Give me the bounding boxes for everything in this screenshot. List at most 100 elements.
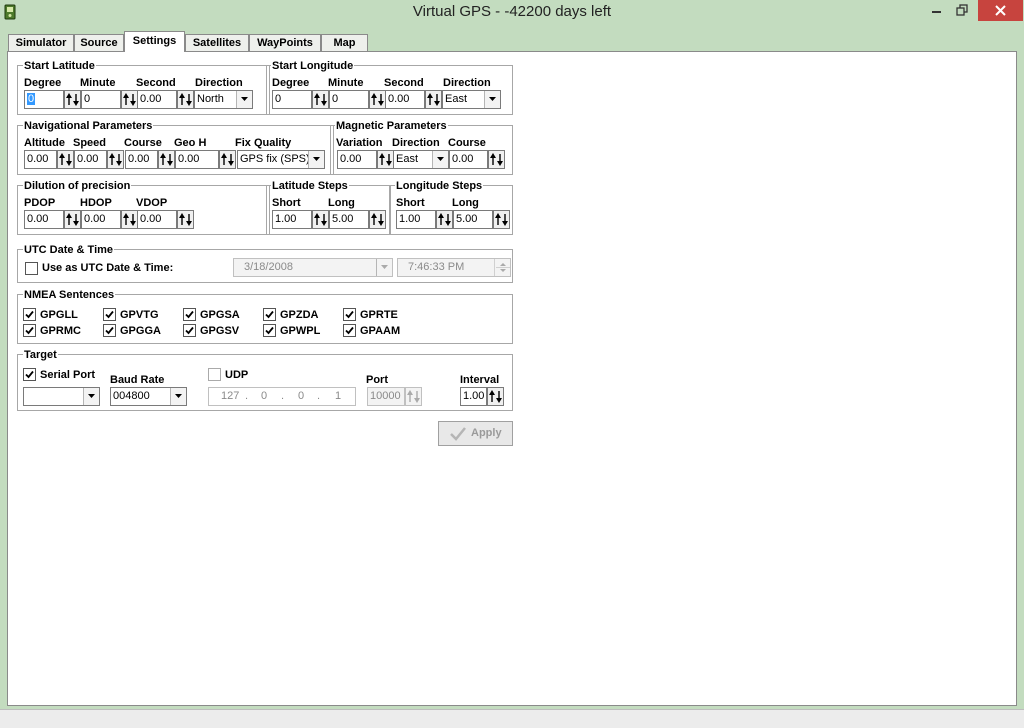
nmea-gpwpl-checkbox[interactable] bbox=[263, 324, 276, 337]
ip-dot: . bbox=[317, 390, 321, 402]
vdop-value: 0.00 bbox=[140, 213, 162, 225]
altitude-input[interactable]: 0.00 bbox=[24, 150, 57, 169]
pdop-input[interactable]: 0.00 bbox=[24, 210, 64, 229]
interval-spinner[interactable] bbox=[487, 387, 504, 406]
nmea-gprte-checkbox[interactable] bbox=[343, 308, 356, 321]
tab-source[interactable]: Source bbox=[74, 34, 124, 51]
nmea-gpgll-label: GPGLL bbox=[40, 309, 78, 321]
geoh-value: 0.00 bbox=[178, 153, 200, 165]
tab-waypoints[interactable]: WayPoints bbox=[249, 34, 321, 51]
hdop-label: HDOP bbox=[80, 197, 112, 209]
tab-settings[interactable]: Settings bbox=[124, 31, 185, 52]
nmea-gprmc-label: GPRMC bbox=[40, 325, 81, 337]
ip-octet-2: 0 bbox=[261, 390, 268, 402]
lat-minute-spinner[interactable] bbox=[121, 90, 138, 109]
lat-degree-spinner[interactable] bbox=[64, 90, 81, 109]
interval-input[interactable]: 1.00 bbox=[460, 387, 487, 406]
restore-button[interactable] bbox=[948, 0, 976, 21]
nmea-gpaam-label: GPAAM bbox=[360, 325, 401, 337]
hdop-input[interactable]: 0.00 bbox=[81, 210, 121, 229]
geoh-spinner[interactable] bbox=[219, 150, 236, 169]
nmea-gpvtg-label: GPVTG bbox=[120, 309, 159, 321]
lat-short-input[interactable]: 1.00 bbox=[272, 210, 312, 229]
use-utc-checkbox[interactable] bbox=[25, 262, 38, 275]
lon-long-value: 5.00 bbox=[456, 213, 478, 225]
course-spinner[interactable] bbox=[158, 150, 175, 169]
spin-arrows-icon bbox=[59, 153, 72, 166]
nmea-gpaam-checkbox[interactable] bbox=[343, 324, 356, 337]
serial-port-checkbox[interactable] bbox=[23, 368, 36, 381]
lon-long-spinner[interactable] bbox=[493, 210, 510, 229]
speed-label: Speed bbox=[73, 137, 107, 149]
nmea-gpgsa-checkbox[interactable] bbox=[183, 308, 196, 321]
check-icon bbox=[105, 310, 114, 319]
lon-short-input[interactable]: 1.00 bbox=[396, 210, 436, 229]
utc-time-picker[interactable]: 7:46:33 PM bbox=[397, 258, 511, 277]
spin-arrows-icon bbox=[66, 213, 79, 226]
lon-minute-spinner[interactable] bbox=[369, 90, 386, 109]
lat-degree-input[interactable]: 0 bbox=[24, 90, 64, 109]
chevron-down-icon bbox=[170, 388, 186, 405]
lon-direction-select[interactable]: East bbox=[442, 90, 501, 109]
tab-simulator[interactable]: Simulator bbox=[8, 34, 74, 51]
baud-rate-select[interactable]: 004800 bbox=[110, 387, 187, 406]
mag-direction-value: East bbox=[396, 153, 419, 165]
lat-minute-input[interactable]: 0 bbox=[81, 90, 121, 109]
check-icon bbox=[25, 370, 34, 379]
nmea-gpvtg-checkbox[interactable] bbox=[103, 308, 116, 321]
utc-date-picker[interactable]: 3/18/2008 bbox=[233, 258, 393, 277]
lat-long-value: 5.00 bbox=[332, 213, 354, 225]
lon-short-spinner[interactable] bbox=[436, 210, 453, 229]
nmea-gprte-label: GPRTE bbox=[360, 309, 398, 321]
tab-label: Simulator bbox=[15, 37, 67, 49]
port-input[interactable]: 10000 bbox=[367, 387, 405, 406]
chevron-down-icon bbox=[308, 151, 324, 168]
lon-degree-spinner[interactable] bbox=[312, 90, 329, 109]
mag-course-spinner[interactable] bbox=[488, 150, 505, 169]
serial-port-select[interactable] bbox=[23, 387, 100, 406]
speed-input[interactable]: 0.00 bbox=[74, 150, 107, 169]
port-spinner[interactable] bbox=[405, 387, 422, 406]
tab-satellites[interactable]: Satellites bbox=[185, 34, 249, 51]
ip-address-input[interactable]: 127 . 0 . 0 . 1 bbox=[208, 387, 356, 406]
vdop-spinner[interactable] bbox=[177, 210, 194, 229]
lat-short-spinner[interactable] bbox=[312, 210, 329, 229]
geoh-input[interactable]: 0.00 bbox=[175, 150, 219, 169]
lat-direction-select[interactable]: North bbox=[194, 90, 253, 109]
check-icon bbox=[265, 310, 274, 319]
nmea-gpgga-checkbox[interactable] bbox=[103, 324, 116, 337]
nmea-gpgsv-checkbox[interactable] bbox=[183, 324, 196, 337]
mag-course-input[interactable]: 0.00 bbox=[449, 150, 488, 169]
pdop-spinner[interactable] bbox=[64, 210, 81, 229]
spin-arrows-icon bbox=[123, 93, 136, 106]
course-input[interactable]: 0.00 bbox=[125, 150, 158, 169]
lon-second-input[interactable]: 0.00 bbox=[385, 90, 425, 109]
tab-map[interactable]: Map bbox=[321, 34, 368, 51]
lat-second-input[interactable]: 0.00 bbox=[137, 90, 177, 109]
utc-time-value: 7:46:33 PM bbox=[408, 261, 465, 273]
vdop-input[interactable]: 0.00 bbox=[137, 210, 177, 229]
close-button[interactable] bbox=[978, 0, 1023, 21]
variation-spinner[interactable] bbox=[377, 150, 394, 169]
apply-button[interactable]: Apply bbox=[438, 421, 513, 446]
lat-second-spinner[interactable] bbox=[177, 90, 194, 109]
speed-spinner[interactable] bbox=[107, 150, 124, 169]
minimize-button[interactable] bbox=[922, 0, 950, 21]
lat-long-spinner[interactable] bbox=[369, 210, 386, 229]
nmea-gpgll-checkbox[interactable] bbox=[23, 308, 36, 321]
lat-long-input[interactable]: 5.00 bbox=[329, 210, 369, 229]
lon-minute-input[interactable]: 0 bbox=[329, 90, 369, 109]
udp-checkbox[interactable] bbox=[208, 368, 221, 381]
altitude-spinner[interactable] bbox=[57, 150, 74, 169]
lat-direction-value: North bbox=[197, 93, 224, 105]
variation-input[interactable]: 0.00 bbox=[337, 150, 377, 169]
nmea-gpzda-checkbox[interactable] bbox=[263, 308, 276, 321]
interval-value: 1.00 bbox=[463, 390, 485, 402]
nmea-gprmc-checkbox[interactable] bbox=[23, 324, 36, 337]
lon-degree-input[interactable]: 0 bbox=[272, 90, 312, 109]
fix-quality-select[interactable]: GPS fix (SPS) bbox=[237, 150, 325, 169]
lon-long-input[interactable]: 5.00 bbox=[453, 210, 493, 229]
lon-second-spinner[interactable] bbox=[425, 90, 442, 109]
mag-direction-select[interactable]: East bbox=[393, 150, 449, 169]
hdop-spinner[interactable] bbox=[121, 210, 138, 229]
